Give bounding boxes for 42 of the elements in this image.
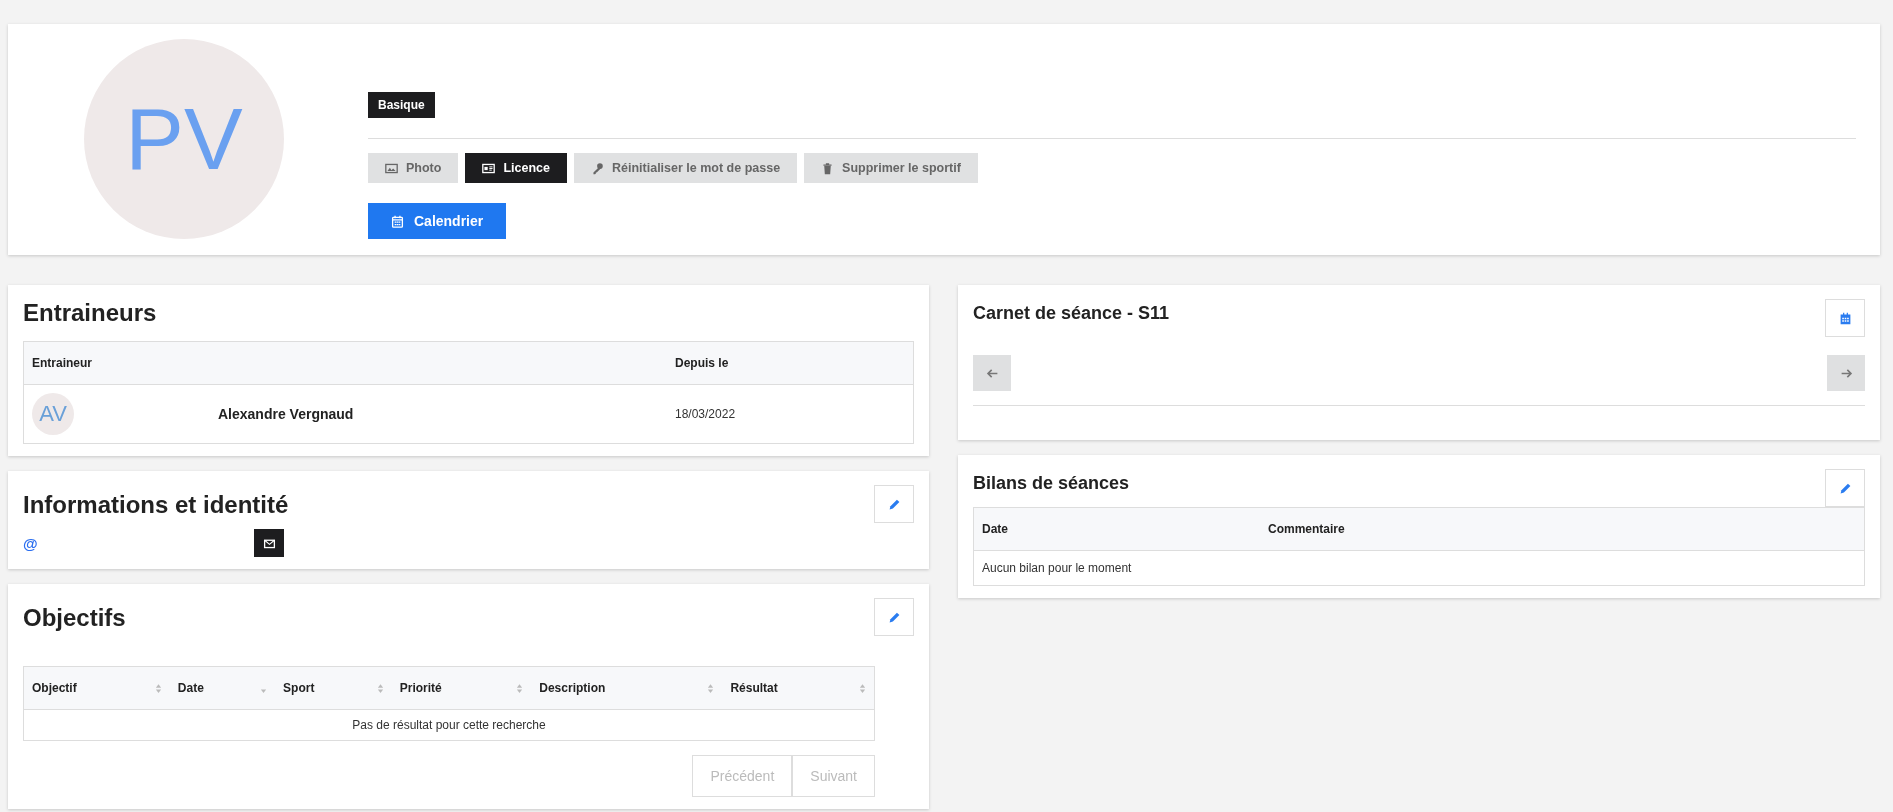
action-button[interactable]: Réinitialiser le mot de passe (574, 153, 798, 183)
edit-button[interactable] (1825, 469, 1865, 507)
action-button[interactable]: Licence (465, 153, 567, 183)
edit-button[interactable] (874, 485, 914, 523)
trash-icon (821, 161, 835, 175)
empty-message: Pas de résultat pour cette recherche (23, 709, 875, 741)
key-icon (591, 161, 604, 175)
coach-name: Alexandre Vergnaud (218, 406, 354, 422)
column-header[interactable]: Description (531, 666, 723, 710)
column-header: Commentaire (1260, 507, 1865, 551)
avatar: AV (32, 393, 74, 435)
id-card-icon (482, 161, 496, 175)
calendar-button[interactable] (1825, 299, 1865, 337)
calendar-icon (391, 214, 404, 228)
image-icon (385, 161, 398, 175)
section-title: Objectifs (23, 604, 126, 632)
calendar-icon (1838, 311, 1852, 325)
column-header: Date (973, 507, 1260, 551)
pencil-icon (887, 497, 901, 511)
action-button[interactable]: Photo (368, 153, 459, 183)
column-header[interactable]: Date (169, 666, 276, 710)
column-header[interactable]: Objectif (23, 666, 170, 710)
email-button[interactable] (254, 529, 284, 557)
email-label: @ (23, 534, 39, 552)
edit-button[interactable] (874, 598, 914, 636)
pencil-icon (1838, 481, 1852, 495)
plan-badge: Basique (368, 92, 435, 118)
pencil-icon (887, 610, 901, 624)
section-title: Carnet de séance - S11 (973, 303, 1170, 324)
action-button[interactable]: Supprimer le sportif (804, 153, 978, 183)
column-header: Entraineur (23, 341, 667, 385)
column-header[interactable]: Priorité (391, 666, 532, 710)
table-cell: 18/03/2022 (667, 384, 914, 444)
calendar-button[interactable]: Calendrier (368, 203, 507, 239)
column-header[interactable]: Sport (275, 666, 392, 710)
section-title: Informations et identité (23, 491, 289, 519)
empty-message: Aucun bilan pour le moment (973, 550, 1865, 586)
avatar: PV (84, 39, 284, 239)
column-header[interactable]: Résultat (722, 666, 875, 710)
section-title: Bilans de séances (973, 473, 1130, 494)
section-title: Entraineurs (23, 299, 158, 327)
column-header: Depuis le (667, 341, 914, 385)
